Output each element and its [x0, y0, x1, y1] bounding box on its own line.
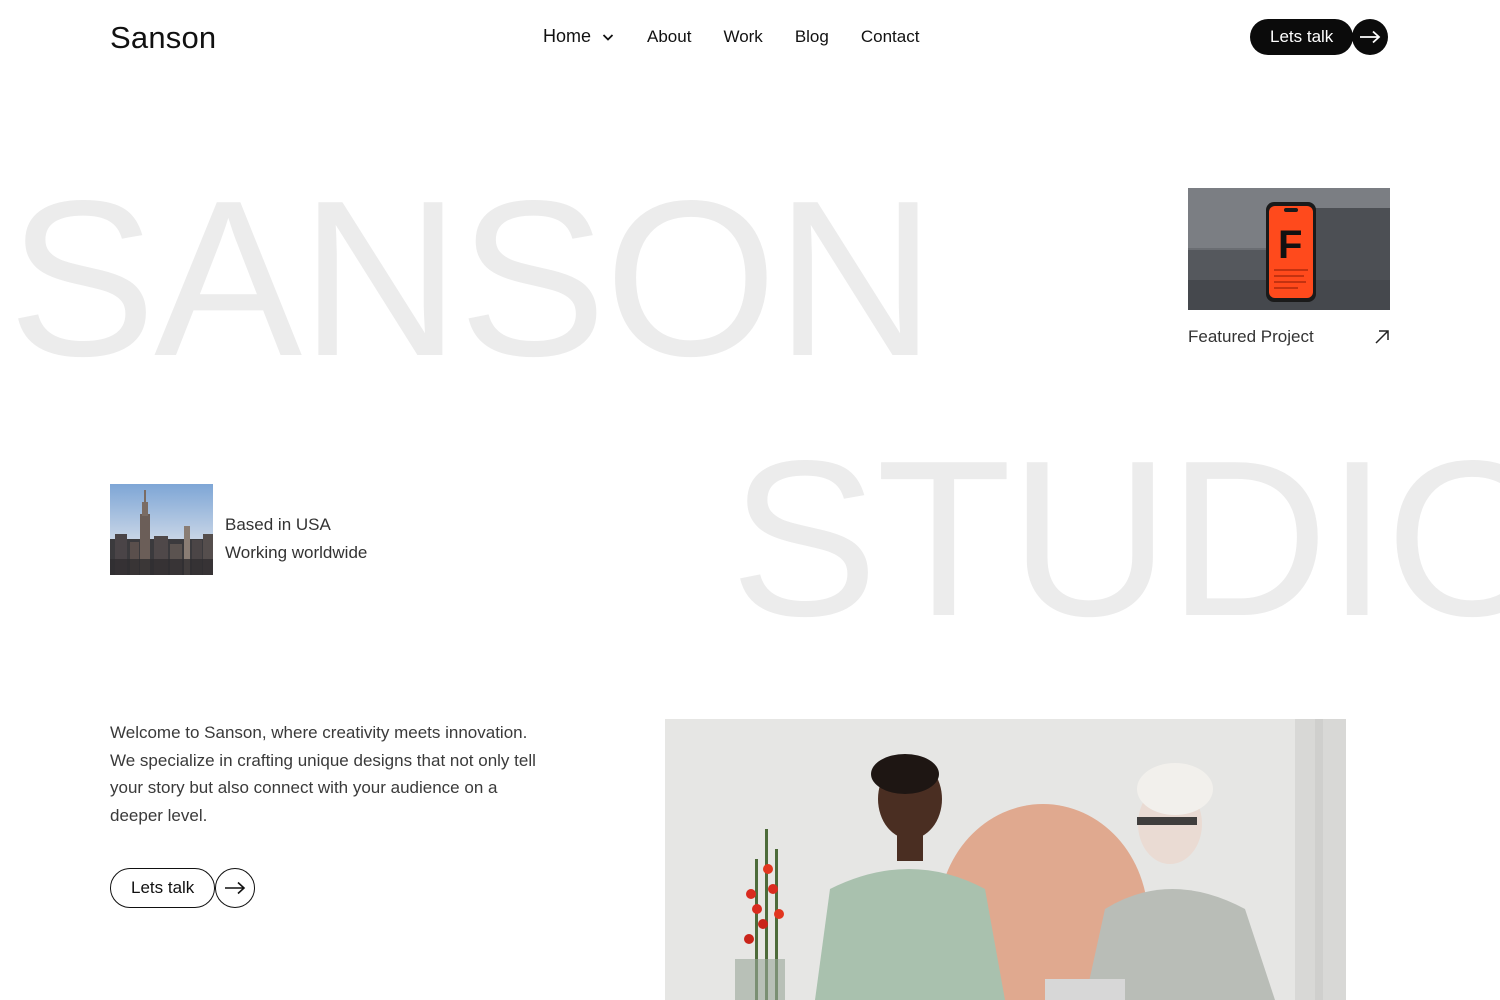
arrow-up-right-icon [1375, 330, 1389, 344]
team-meeting-illustration [665, 719, 1346, 1000]
featured-project-image[interactable]: F [1188, 188, 1390, 310]
location-text: Based in USA Working worldwide [225, 511, 367, 567]
nav-item-work[interactable]: Work [723, 27, 762, 47]
lets-talk-outline-arrow-button[interactable] [215, 868, 256, 908]
featured-project-label: Featured Project [1188, 327, 1314, 346]
lets-talk-button[interactable]: Lets talk [1250, 19, 1354, 55]
phone-letter: F [1278, 223, 1302, 267]
chevron-down-icon [602, 33, 614, 41]
nav-item-home[interactable]: Home [543, 26, 615, 47]
featured-project-link[interactable]: Featured Project [1188, 327, 1390, 347]
intro-paragraph: Welcome to Sanson, where creativity meet… [110, 723, 536, 825]
skyline-illustration [110, 484, 213, 575]
team-meeting-image [665, 719, 1346, 1000]
arrow-right-icon [225, 881, 246, 895]
header-cta[interactable]: Lets talk [1250, 19, 1389, 55]
arrow-right-icon [1360, 30, 1381, 44]
hero-word-sanson: SANSON [8, 155, 936, 403]
nav-item-contact[interactable]: Contact [861, 27, 920, 47]
city-skyline-image [110, 484, 213, 575]
working-line: Working worldwide [225, 543, 368, 562]
hero-word-studio: STUDIO [730, 415, 1500, 663]
phone-mockup-image: F [1188, 188, 1390, 310]
lets-talk-arrow-button[interactable] [1352, 19, 1389, 55]
nav-item-blog[interactable]: Blog [795, 27, 829, 47]
nav-item-about[interactable]: About [647, 27, 691, 47]
intro-cta[interactable]: Lets talk [110, 868, 256, 908]
site-logo[interactable]: Sanson [110, 20, 216, 56]
lets-talk-outline-button[interactable]: Lets talk [110, 868, 216, 908]
nav-item-home-label: Home [543, 26, 592, 46]
main-nav: Home About Work Blog Contact [543, 26, 951, 47]
based-in-line: Based in USA [225, 515, 331, 534]
